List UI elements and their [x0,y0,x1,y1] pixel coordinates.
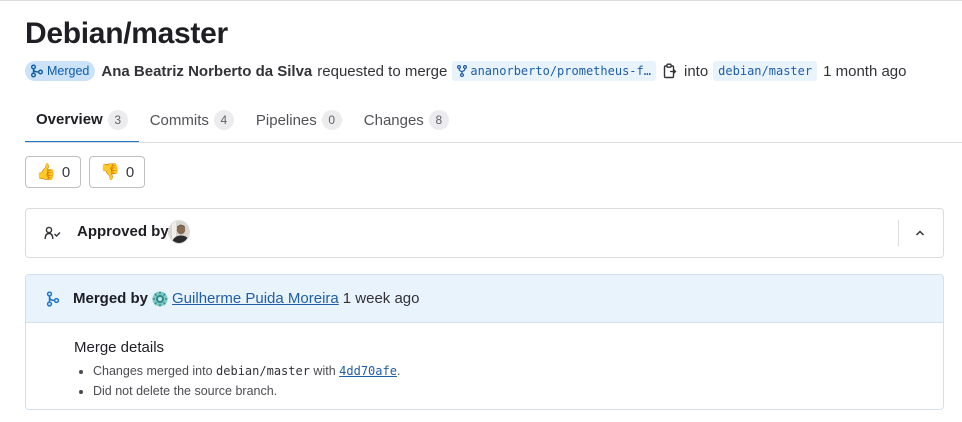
clipboard-copy-icon[interactable] [662,62,678,80]
thumbs-down-count: 0 [125,163,135,181]
target-branch-code: debian/master [216,364,310,378]
merge-icon [31,64,43,78]
tab-commits[interactable]: Commits 4 [139,98,245,142]
action-text: requested to merge [317,62,448,80]
tab-count-badge: 4 [213,110,234,130]
source-branch-label: ananorberto/prometheus-f… [470,64,651,78]
thumbs-up-count: 0 [61,163,71,181]
tab-count-badge: 3 [107,109,128,130]
chevron-up-icon[interactable] [910,223,930,243]
approval-widget: Approved by [25,208,944,258]
merge-request-meta: Merged Ana Beatriz Norberto da Silva req… [25,61,912,81]
merge-icon [46,291,60,312]
tab-pipelines[interactable]: Pipelines 0 [245,98,353,142]
thumbs-up-icon: 👍 [36,164,56,181]
tab-count-badge: 8 [428,110,449,130]
source-branch[interactable]: ananorberto/prometheus-f… [452,61,656,81]
merged-by-text: Merged by Guilherme Puida Moreira 1 week… [73,290,420,307]
merged-by-label: Merged by [73,290,149,307]
merge-details-list: Changes merged into debian/master with 4… [93,361,400,401]
merged-time: 1 week ago [342,290,420,307]
commit-sha-link[interactable]: 4dd70afe [339,364,397,378]
approval-user-check-icon [44,225,62,246]
list-item: Did not delete the source branch. [93,381,400,401]
page-title: Debian/master [25,17,228,50]
merged-widget-header: Merged by Guilherme Puida Moreira 1 week… [26,275,943,323]
top-border [0,0,962,1]
approved-by-label: Approved by [77,223,169,240]
tab-label: Overview [36,111,103,128]
detail-text: with [313,364,336,378]
tab-count-badge: 0 [321,110,342,130]
tabs-divider [25,142,962,143]
thumbs-down-button[interactable]: 👎 0 [89,156,146,188]
status-badge: Merged [25,61,96,81]
tab-label: Changes [363,111,424,129]
approver-avatar[interactable] [168,220,190,244]
detail-text: Did not delete the source branch. [93,384,278,398]
thumbs-up-button[interactable]: 👍 0 [25,156,82,188]
merger-user-link[interactable]: Guilherme Puida Moreira [172,290,339,307]
tab-changes[interactable]: Changes 8 [353,98,460,142]
detail-text: Changes merged into [93,364,213,378]
merge-details-title: Merge details [74,339,165,356]
thumbs-down-icon: 👎 [100,164,120,181]
tab-bar: Overview 3 Commits 4 Pipelines 0 Changes… [25,98,460,143]
into-text: into [683,62,709,80]
meta-time: 1 month ago [823,62,907,80]
target-branch[interactable]: debian/master [713,61,818,81]
detail-text: . [396,364,401,378]
author-name[interactable]: Ana Beatriz Norberto da Silva [101,63,312,80]
merged-widget: Merged by Guilherme Puida Moreira 1 week… [25,274,944,410]
list-item: Changes merged into debian/master with 4… [93,361,400,381]
tab-overview[interactable]: Overview 3 [25,98,139,143]
tab-label: Pipelines [255,111,317,129]
merger-avatar[interactable] [152,291,168,307]
status-badge-label: Merged [47,64,90,78]
branch-fork-icon [457,65,468,77]
tab-label: Commits [149,111,209,129]
collapse-divider [898,220,899,246]
